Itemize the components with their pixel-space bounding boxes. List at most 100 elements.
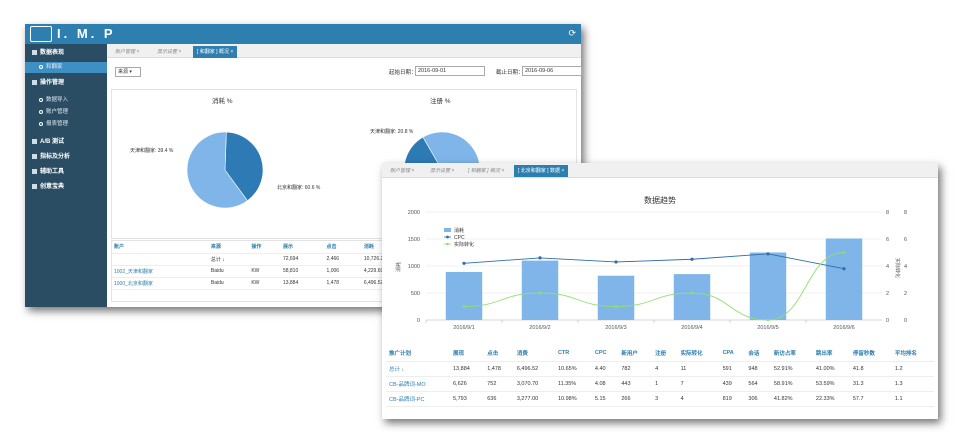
x-tick-label: 2016/9/5 — [757, 325, 778, 331]
bar-spend[interactable] — [749, 252, 787, 321]
col-header[interactable]: 账户 — [112, 241, 209, 254]
legend-marker-conversion — [446, 242, 449, 246]
start-date-label: 起始日期： — [389, 70, 417, 76]
point-cpc[interactable] — [690, 257, 694, 261]
col-header[interactable]: 展现 — [449, 346, 485, 362]
app-title: I. M. P — [57, 26, 116, 41]
point-conversion[interactable] — [766, 318, 770, 322]
table-cell: 948 — [745, 361, 771, 377]
point-cpc[interactable] — [614, 260, 618, 264]
table-cell: KW — [249, 277, 281, 290]
table-cell[interactable]: 总计 ↓ — [386, 361, 450, 377]
legend-swatch-spend — [444, 228, 451, 232]
col-header[interactable]: 会话 — [745, 346, 771, 362]
table-cell: KW — [249, 265, 281, 278]
col-header[interactable]: 消费 — [513, 346, 555, 362]
table-cell[interactable]: 1000_北京和翻家 — [112, 277, 209, 290]
col-header[interactable]: 平均排名 — [891, 346, 934, 362]
col-header[interactable]: 跳出率 — [812, 346, 850, 362]
col-header[interactable]: 停留秒数 — [849, 346, 892, 362]
y-tick-label: 2000 — [408, 210, 420, 216]
table-cell: 439 — [719, 376, 746, 392]
bar-spend[interactable] — [673, 274, 711, 320]
y-axis-label: 消耗 — [395, 262, 402, 272]
y2-tick-label: 6 — [886, 237, 889, 243]
col-header[interactable]: 来源 — [208, 241, 250, 254]
table-icon — [32, 49, 37, 55]
table-cell[interactable]: CB-品牌词-MO — [386, 376, 450, 392]
sidebar-section-data[interactable]: 数据表现 — [25, 47, 107, 60]
col-header[interactable]: 点击 — [484, 346, 514, 362]
sidebar-item-accounts[interactable]: 账户管理 — [25, 107, 107, 118]
col-header[interactable]: 展示 — [280, 241, 325, 254]
start-date-input[interactable]: 2016-09-01 — [415, 66, 485, 76]
sidebar-section-ab[interactable]: A/B 测试 — [25, 136, 107, 149]
filter-bar: 来源 ▾ 起始日期： 2016-09-01 截止日期： 2016-09-06 — [111, 64, 582, 78]
table-cell: 782 — [618, 361, 653, 377]
tab-display[interactable]: 显示设置 × — [153, 46, 185, 58]
col-header[interactable]: 推广计划 — [386, 346, 450, 362]
table-cell[interactable]: 1002_天津和翻家 — [112, 265, 209, 278]
end-date-input[interactable]: 2016-09-06 — [522, 66, 582, 76]
bar-spend[interactable] — [597, 275, 635, 320]
point-cpc[interactable] — [462, 261, 466, 265]
table-cell: 7 — [677, 376, 720, 392]
table-cell: 72,694 — [280, 253, 325, 266]
table-cell[interactable] — [112, 253, 209, 266]
tab-accounts[interactable]: 账户管理 × — [111, 46, 143, 58]
col-header[interactable]: 点击 — [324, 241, 362, 254]
table-cell: 10.65% — [554, 361, 592, 377]
table-cell[interactable]: CB-品牌词-PC — [386, 391, 450, 407]
sidebar-section-tools[interactable]: 辅助工具 — [25, 166, 107, 179]
table-icon — [32, 153, 37, 159]
table-cell: 4.08 — [591, 376, 619, 392]
plan-table-panel: 推广计划 展现 点击 消费 CTR CPC 新用户 注册 实际转化 CPA 会话 新访占率 跳出率 停留秒… — [386, 346, 934, 407]
point-conversion[interactable] — [462, 305, 466, 308]
source-select[interactable]: 来源 ▾ — [115, 67, 141, 77]
table-cell: 3 — [652, 391, 678, 407]
table-cell: 53.59% — [812, 376, 850, 392]
col-header[interactable]: 操作 — [249, 241, 281, 254]
line-conversion — [463, 252, 845, 321]
y2-tick-label-outer: 8 — [904, 210, 907, 216]
line-cpc — [463, 253, 845, 270]
x-tick-label: 2016/9/6 — [833, 325, 854, 331]
table-cell: 3,277.00 — [513, 391, 555, 407]
col-header[interactable]: CTR — [554, 346, 592, 362]
sidebar-item-import[interactable]: 数据导入 — [25, 95, 107, 106]
table-cell: 22.33% — [812, 391, 850, 407]
bar-spend[interactable] — [521, 260, 559, 320]
col-header[interactable]: CPA — [719, 346, 746, 362]
point-conversion[interactable] — [538, 291, 542, 295]
col-header[interactable]: 新用户 — [618, 346, 653, 362]
refresh-icon[interactable]: ⟳ — [568, 28, 576, 39]
sidebar-section-metrics[interactable]: 指标及分析 — [25, 151, 107, 164]
point-conversion[interactable] — [614, 305, 618, 308]
table-cell: 11.35% — [554, 376, 592, 392]
table-cell: 636 — [484, 391, 514, 407]
point-conversion[interactable] — [842, 251, 846, 254]
sidebar-section-ops[interactable]: 操作管理 — [25, 77, 107, 90]
table-cell: 4.40 — [591, 361, 619, 377]
bar-spend[interactable] — [445, 271, 483, 320]
tab-overview[interactable]: [ 和翻家 ] 概况 × — [193, 46, 238, 58]
table-cell: 13,884 — [280, 277, 325, 290]
y2-tick-label-outer: 0 — [904, 318, 907, 324]
point-conversion[interactable] — [690, 291, 694, 295]
table-icon — [32, 183, 37, 189]
col-header[interactable]: 注册 — [652, 346, 678, 362]
col-header[interactable]: 实际转化 — [677, 346, 720, 362]
col-header[interactable]: CPC — [591, 346, 619, 362]
table-cell: 3,070.70 — [513, 376, 555, 392]
col-header[interactable]: 新访占率 — [770, 346, 813, 362]
table-row: CB-品牌词-PC 5,793 636 3,277.00 10.98% 5.15 266 3 4… — [386, 391, 934, 407]
table-icon — [32, 79, 37, 85]
point-cpc[interactable] — [538, 256, 542, 260]
point-cpc[interactable] — [842, 267, 846, 271]
bar-spend[interactable] — [825, 238, 863, 320]
sidebar-item-hefanjia[interactable]: 和翻家 — [25, 62, 107, 73]
circle-icon — [39, 121, 43, 126]
sidebar-section-creative[interactable]: 创意宝典 — [25, 181, 107, 194]
point-cpc[interactable] — [766, 252, 770, 256]
sidebar-item-reports[interactable]: 报表管理 — [25, 119, 107, 130]
